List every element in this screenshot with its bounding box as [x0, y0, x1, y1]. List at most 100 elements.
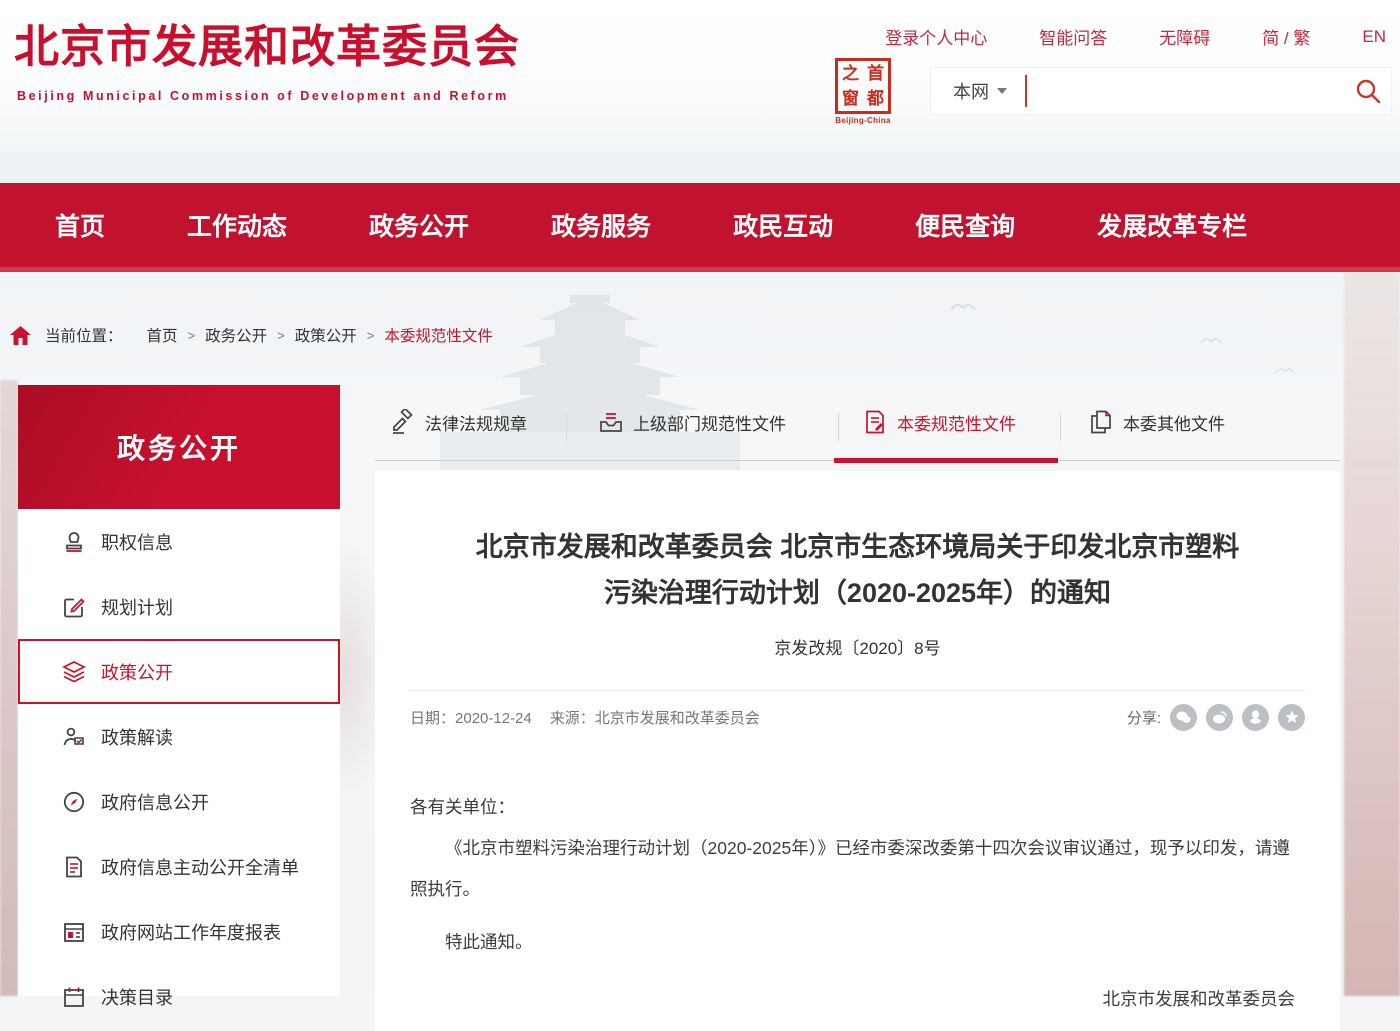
seal-icon: 之 首 窗 都: [835, 58, 891, 114]
tab-separator: [566, 413, 567, 441]
category-tabs: 法律法规规章 上级部门规范性文件 本委规范性文件 本委其他文件: [375, 395, 1340, 461]
source-label: 来源：: [550, 710, 595, 727]
salutation: 各有关单位：: [410, 787, 1305, 828]
nav-item-convenient-query[interactable]: 便民查询: [915, 207, 1015, 243]
calendar-icon: [62, 985, 86, 1009]
breadcrumb: 当前位置： 首页 > 政务公开 > 政策公开 > 本委规范性文件: [0, 316, 1400, 354]
weibo-icon: [1212, 711, 1227, 724]
article-meta-left: 日期：2020-12-24来源：北京市发展和改革委员会: [410, 707, 760, 728]
sidebar-item-authority-info[interactable]: 职权信息: [18, 509, 340, 574]
files-icon: [1088, 409, 1114, 435]
paragraph-main: 《北京市塑料污染治理行动计划（2020-2025年）》已经市委深改委第十四次会议…: [410, 828, 1305, 910]
layers-icon: [62, 660, 86, 684]
share-bar: 分享:: [1127, 704, 1305, 731]
nav-item-gov-affairs[interactable]: 政务公开: [369, 207, 469, 243]
document-number: 京发改规〔2020〕8号: [410, 634, 1305, 659]
tab-label: 法律法规规章: [425, 410, 527, 435]
sidebar-item-label: 政府网站工作年度报表: [101, 919, 281, 945]
seal-caption: Beijing-China: [833, 116, 893, 125]
qq-share-button[interactable]: [1242, 704, 1269, 731]
nav-item-interaction[interactable]: 政民互动: [733, 207, 833, 243]
breadcrumb-separator: >: [367, 328, 375, 343]
report-icon: [62, 920, 86, 944]
sidebar-list: 职权信息 规划计划 政策公开 政策解读 政府信息公开: [18, 509, 340, 996]
english-link[interactable]: EN: [1362, 27, 1386, 47]
chevron-down-icon: [997, 88, 1007, 94]
breadcrumb-gov-affairs[interactable]: 政务公开: [205, 324, 267, 346]
sidebar-item-gov-info-disclosure[interactable]: 政府信息公开: [18, 769, 340, 834]
tab-separator: [838, 413, 839, 441]
sidebar-item-label: 政策公开: [101, 659, 173, 685]
nav-item-reform-column[interactable]: 发展改革专栏: [1097, 207, 1247, 243]
article-date: 2020-12-24: [455, 710, 532, 727]
tab-label: 本委其他文件: [1123, 410, 1225, 435]
right-photo-strip: [1344, 255, 1400, 996]
seal-char: 首: [863, 61, 888, 86]
article-title-line1: 北京市发展和改革委员会 北京市生态环境局关于印发北京市塑料: [476, 532, 1240, 562]
search-scope-label: 本网: [953, 78, 989, 104]
nav-item-work-news[interactable]: 工作动态: [187, 207, 287, 243]
tab-commission-other-docs[interactable]: 本委其他文件: [1088, 409, 1225, 435]
seal-char: 之: [838, 61, 863, 86]
simplified-traditional-link[interactable]: 简 / 繁: [1262, 24, 1310, 49]
sidebar-item-policy-disclosure[interactable]: 政策公开: [18, 639, 340, 704]
sidebar-item-label: 政策解读: [101, 724, 173, 750]
tab-label: 本委规范性文件: [897, 410, 1016, 435]
breadcrumb-home[interactable]: 首页: [147, 324, 178, 346]
doc-edit-icon: [862, 409, 888, 435]
breadcrumb-policy[interactable]: 政策公开: [295, 324, 357, 346]
sidebar-item-planning[interactable]: 规划计划: [18, 574, 340, 639]
utility-links: 登录个人中心 智能问答 无障碍 简 / 繁 EN: [833, 24, 1386, 49]
doc-list-icon: [62, 855, 86, 879]
sidebar-item-decision-catalog[interactable]: 决策目录: [18, 964, 340, 1029]
signature: 北京市发展和改革委员会: [410, 979, 1305, 1020]
share-label: 分享:: [1127, 707, 1161, 728]
sidebar-item-proactive-disclosure-list[interactable]: 政府信息主动公开全清单: [18, 834, 340, 899]
smart-qa-link[interactable]: 智能问答: [1039, 24, 1107, 49]
home-icon[interactable]: [10, 326, 31, 345]
weibo-share-button[interactable]: [1206, 704, 1233, 731]
beijing-china-seal-logo[interactable]: 之 首 窗 都 Beijing-China: [833, 58, 893, 125]
sidebar-title: 政务公开: [18, 385, 340, 509]
tab-laws-regulations[interactable]: 法律法规规章: [390, 409, 527, 435]
nav-item-home[interactable]: 首页: [55, 207, 105, 243]
search-caret: [1025, 75, 1027, 107]
star-icon: [1285, 710, 1299, 724]
article-card: 北京市发展和改革委员会 北京市生态环境局关于印发北京市塑料污染治理行动计划（20…: [375, 471, 1340, 1031]
gavel-icon: [390, 409, 416, 435]
nav-item-gov-services[interactable]: 政务服务: [551, 207, 651, 243]
sidebar-item-label: 规划计划: [101, 594, 173, 620]
sidebar-item-label: 政府信息公开: [101, 789, 209, 815]
main-nav: 首页 工作动态 政务公开 政务服务 政民互动 便民查询 发展改革专栏: [0, 183, 1400, 272]
article-meta: 日期：2020-12-24来源：北京市发展和改革委员会 分享:: [410, 704, 1305, 731]
left-photo-strip: [0, 380, 18, 996]
tab-commission-normative-docs[interactable]: 本委规范性文件: [862, 409, 1016, 435]
bird-icon: [1275, 365, 1295, 375]
active-tab-underline: [834, 458, 1058, 463]
breadcrumb-separator: >: [188, 328, 196, 343]
tab-label: 上级部门规范性文件: [633, 410, 786, 435]
sidebar-item-label: 职权信息: [101, 529, 173, 555]
qq-icon: [1249, 710, 1262, 724]
bird-icon: [950, 300, 976, 312]
search-scope-dropdown[interactable]: 本网: [931, 78, 1025, 104]
site-logo-title[interactable]: 北京市发展和改革委员会: [14, 10, 520, 75]
sidebar: 政务公开 职权信息 规划计划 政策公开 政策解读: [18, 385, 340, 996]
site-logo-subtitle: Beijing Municipal Commission of Developm…: [17, 89, 509, 103]
wechat-share-button[interactable]: [1170, 704, 1197, 731]
interpret-icon: [62, 725, 86, 749]
breadcrumb-current[interactable]: 本委规范性文件: [384, 324, 493, 346]
main-content: 法律法规规章 上级部门规范性文件 本委规范性文件 本委其他文件 北京市发展和改革…: [375, 395, 1340, 1031]
sidebar-item-policy-interpretation[interactable]: 政策解读: [18, 704, 340, 769]
compass-icon: [62, 790, 86, 814]
tab-superior-normative-docs[interactable]: 上级部门规范性文件: [598, 409, 786, 435]
sidebar-item-annual-report[interactable]: 政府网站工作年度报表: [18, 899, 340, 964]
favorite-share-button[interactable]: [1278, 704, 1305, 731]
article-body: 各有关单位： 《北京市塑料污染治理行动计划（2020-2025年）》已经市委深改…: [410, 787, 1305, 1021]
login-link[interactable]: 登录个人中心: [885, 24, 987, 49]
search-input[interactable]: [1037, 68, 1345, 114]
article-source: 北京市发展和改革委员会: [595, 710, 760, 727]
accessibility-link[interactable]: 无障碍: [1159, 24, 1210, 49]
sidebar-item-label: 决策目录: [101, 984, 173, 1010]
search-button[interactable]: [1345, 68, 1391, 114]
